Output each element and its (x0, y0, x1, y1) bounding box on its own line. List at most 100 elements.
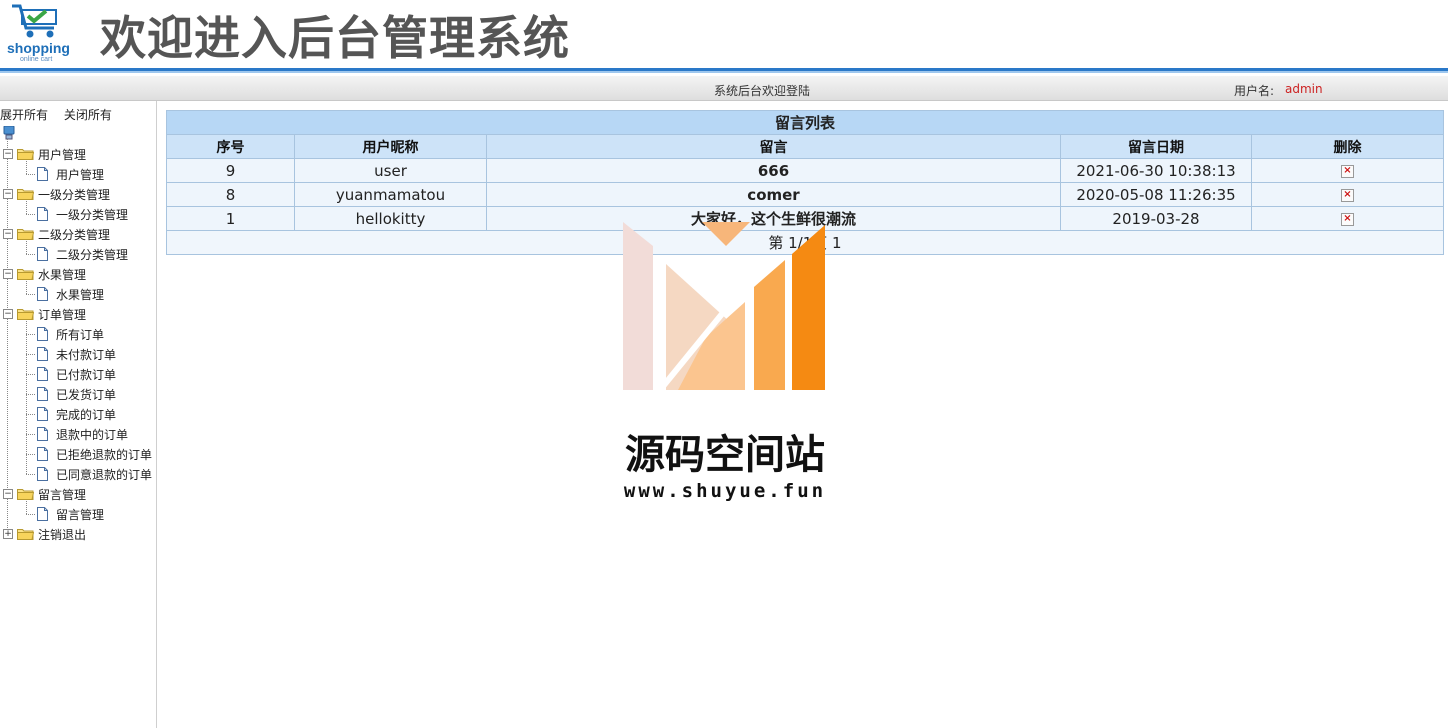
tree-item-label: 二级分类管理 (56, 248, 129, 262)
cell-message: 666 (486, 158, 1061, 183)
tree-item-label: 一级分类管理 (56, 208, 129, 222)
tree-connector (26, 434, 35, 435)
tree-connector (26, 294, 35, 295)
header-divider-light (0, 71, 1448, 73)
delete-icon[interactable]: × (1341, 212, 1354, 226)
shopping-logo[interactable]: shopping online cart (2, 0, 76, 66)
expand-toggle-icon[interactable]: + (3, 529, 13, 539)
cell-date: 2021-06-30 10:38:13 (1060, 158, 1252, 183)
tree-item-label: 退款中的订单 (56, 428, 129, 442)
column-header-delete: 删除 (1251, 134, 1444, 159)
folder-icon (17, 489, 34, 500)
cell-date: 2020-05-08 11:26:35 (1060, 182, 1252, 207)
collapse-toggle-icon[interactable]: − (3, 149, 13, 159)
tree-item-label: 已同意退款的订单 (56, 468, 153, 482)
tree-connector (26, 474, 35, 475)
tree-group-label: 一级分类管理 (38, 188, 111, 202)
tree-connector (26, 394, 35, 395)
tree-controls: 展开所有 关闭所有 (0, 106, 124, 123)
page-icon (37, 507, 48, 521)
logo-text: shopping (7, 40, 70, 56)
page-icon (37, 407, 48, 421)
tree-branch-line (26, 241, 27, 254)
welcome-text: 系统后台欢迎登陆 (714, 84, 811, 98)
page-icon (37, 247, 48, 261)
tree-connector (26, 354, 35, 355)
table-row: 8 yuanmamatou comer 2020-05-08 11:26:35 … (166, 182, 1444, 207)
tree-item-label: 留言管理 (56, 508, 105, 522)
cell-message: comer (486, 182, 1061, 207)
table-row: 9 user 666 2021-06-30 10:38:13 × (166, 158, 1444, 183)
logo-subtext: online cart (20, 56, 53, 63)
tree-connector (26, 454, 35, 455)
pager-row: 第 1/1页 1 (166, 230, 1444, 255)
table-caption-row: 留言列表 (166, 110, 1444, 135)
page-icon (37, 207, 48, 221)
main-content: 留言列表 序号 用户昵称 留言 留言日期 删除 9 user 666 2021-… (166, 110, 1444, 255)
cell-date: 2019-03-28 (1060, 206, 1252, 231)
computer-icon (3, 126, 15, 140)
watermark: 源码空间站 www.shuyue.fun (600, 222, 860, 512)
header: shopping online cart 欢迎进入后台管理系统 (0, 0, 1448, 73)
watermark-name: 源码空间站 (625, 432, 825, 478)
tree-branch-line (26, 281, 27, 294)
collapse-all-link[interactable]: 关闭所有 (64, 108, 112, 122)
cell-nickname: hellokitty (294, 206, 487, 231)
username-value: admin (1285, 82, 1323, 96)
tree-branch-line (26, 501, 27, 514)
tree-connector (26, 334, 35, 335)
cell-delete: × (1251, 158, 1444, 183)
tree-connector (26, 514, 35, 515)
table-caption: 留言列表 (166, 110, 1444, 135)
tree-group-label: 订单管理 (38, 308, 87, 322)
tree-item-label: 完成的订单 (56, 408, 117, 422)
cell-nickname: yuanmamatou (294, 182, 487, 207)
cell-id: 9 (166, 158, 295, 183)
shopping-cart-icon (12, 4, 57, 38)
tree-item-label: 已付款订单 (56, 368, 117, 382)
collapse-toggle-icon[interactable]: − (3, 269, 13, 279)
tree-branch-line (26, 201, 27, 214)
page-icon (37, 167, 48, 181)
expand-all-link[interactable]: 展开所有 (0, 108, 48, 122)
cell-delete: × (1251, 182, 1444, 207)
page-icon (37, 447, 48, 461)
collapse-toggle-icon[interactable]: − (3, 189, 13, 199)
collapse-toggle-icon[interactable]: − (3, 229, 13, 239)
tree-connector (26, 214, 35, 215)
tree-connector (26, 254, 35, 255)
delete-icon[interactable]: × (1341, 188, 1354, 202)
message-table: 留言列表 序号 用户昵称 留言 留言日期 删除 9 user 666 2021-… (166, 110, 1444, 255)
tree-item-label: 水果管理 (56, 288, 105, 302)
collapse-toggle-icon[interactable]: − (3, 489, 13, 499)
column-header-date: 留言日期 (1060, 134, 1252, 159)
sidebar: 展开所有 关闭所有 − 用户管理 用户管理 − 一级分类管理 一级分类管理 − 二级分类管理二… (0, 101, 157, 728)
pager[interactable]: 第 1/1页 1 (166, 230, 1444, 255)
folder-icon (17, 189, 34, 200)
folder-icon (17, 269, 34, 280)
cell-id: 8 (166, 182, 295, 207)
delete-icon[interactable]: × (1341, 164, 1354, 178)
table-header-row: 序号 用户昵称 留言 留言日期 删除 (166, 134, 1444, 159)
tree-group-label: 留言管理 (38, 488, 87, 502)
username-label: 用户名: (1234, 84, 1275, 98)
tree-branch-line (26, 321, 27, 474)
folder-icon (17, 309, 34, 320)
folder-icon (17, 529, 34, 540)
cell-delete: × (1251, 206, 1444, 231)
column-header-nickname: 用户昵称 (294, 134, 487, 159)
column-header-message: 留言 (486, 134, 1061, 159)
tree-item-label: 已拒绝退款的订单 (56, 448, 153, 462)
watermark-url: www.shuyue.fun (623, 480, 827, 502)
page-icon (37, 427, 48, 441)
tree-item-label: 用户管理 (56, 168, 105, 182)
collapse-toggle-icon[interactable]: − (3, 309, 13, 319)
tree-branch-line (26, 161, 27, 174)
tree-group-label: 水果管理 (38, 268, 87, 282)
info-bar: 系统后台欢迎登陆 用户名: admin (0, 76, 1448, 101)
tree-group-label: 用户管理 (38, 148, 87, 162)
folder-icon (17, 229, 34, 240)
page-icon (37, 367, 48, 381)
column-header-id: 序号 (166, 134, 295, 159)
page-icon (37, 347, 48, 361)
